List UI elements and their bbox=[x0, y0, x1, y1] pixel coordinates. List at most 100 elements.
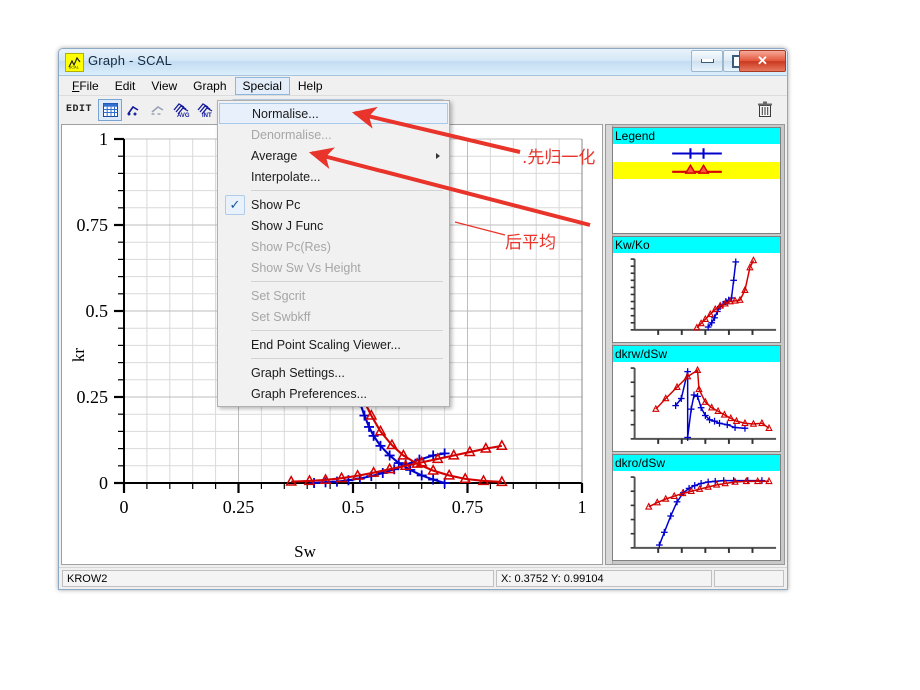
menu-item-label: Show Sw Vs Height bbox=[251, 260, 361, 275]
table-grid-icon[interactable] bbox=[98, 98, 123, 121]
menu-item-label: Show J Func bbox=[251, 218, 324, 233]
special-menu-dropdown: Normalise... Denormalise... Average Interpo… bbox=[217, 100, 450, 407]
menu-separator bbox=[251, 330, 443, 331]
close-icon: ✕ bbox=[757, 53, 768, 68]
average-curves-icon[interactable]: AVG bbox=[172, 100, 194, 120]
menu-item-end-point-scaling-viewer[interactable]: End Point Scaling Viewer... bbox=[218, 334, 449, 355]
toolbar-edit-label: EDIT bbox=[66, 104, 93, 115]
x-tick-label: 0 bbox=[120, 497, 129, 517]
x-tick-label: 0.25 bbox=[223, 497, 255, 517]
menu-item-graph-settings[interactable]: Graph Settings... bbox=[218, 362, 449, 383]
dkro-dsw-title: dkro/dSw bbox=[613, 455, 780, 471]
menu-item-graph-preferences[interactable]: Graph Preferences... bbox=[218, 383, 449, 404]
kw-ko-panel[interactable]: Kw/Ko bbox=[612, 236, 781, 343]
menu-special[interactable]: Special bbox=[234, 76, 290, 95]
y-tick-label: 0.75 bbox=[77, 215, 109, 235]
menu-edit-label: Edit bbox=[114, 78, 136, 93]
menu-separator bbox=[251, 190, 443, 191]
menu-item-label: Average bbox=[251, 148, 298, 163]
dkro-dsw-chart bbox=[630, 476, 777, 553]
window-titlebar[interactable]: SCAL Graph - SCAL ✕ bbox=[59, 49, 787, 76]
minimize-icon bbox=[700, 59, 714, 63]
menu-item-set-sgcrit: Set Sgcrit bbox=[218, 285, 449, 306]
menu-separator bbox=[251, 281, 443, 282]
legend-item-krow1[interactable]: KROW1 KROW bbox=[613, 145, 780, 162]
kw-ko-chart bbox=[630, 256, 777, 335]
annotation-normalise-note: .先归一化 bbox=[522, 148, 596, 168]
menu-item-label: Show Pc bbox=[251, 197, 301, 212]
legend-entries: KROW1 KROW KROW2 KROW bbox=[613, 144, 780, 233]
menu-item-label: Graph Preferences... bbox=[251, 386, 368, 401]
y-tick-label: 0.5 bbox=[86, 301, 109, 321]
y-tick-label: 1 bbox=[99, 129, 108, 149]
legend-item-krow2[interactable]: KROW2 KROW bbox=[613, 162, 780, 179]
x-tick-label: 1 bbox=[578, 497, 587, 517]
menu-graph[interactable]: Graph bbox=[185, 77, 234, 95]
kw-ko-title: Kw/Ko bbox=[613, 237, 780, 253]
menu-item-show-pc[interactable]: ✓ Show Pc bbox=[218, 194, 449, 215]
minimize-button[interactable] bbox=[691, 50, 723, 72]
menu-item-label: Show Pc(Res) bbox=[251, 239, 331, 254]
menu-view[interactable]: View bbox=[143, 77, 185, 95]
menu-edit[interactable]: Edit bbox=[107, 77, 144, 95]
trash-icon[interactable] bbox=[753, 99, 777, 120]
legend-key-krow1 bbox=[672, 148, 722, 159]
legend-title: Legend bbox=[613, 128, 780, 144]
close-button[interactable]: ✕ bbox=[739, 50, 786, 72]
menu-item-label: Interpolate... bbox=[251, 169, 321, 184]
remove-curve-icon[interactable] bbox=[148, 100, 170, 120]
y-axis-label: kr bbox=[69, 348, 88, 363]
menu-item-average[interactable]: Average bbox=[218, 145, 449, 166]
status-extra bbox=[714, 570, 784, 587]
menu-item-label: Set Sgcrit bbox=[251, 288, 306, 303]
menu-item-denormalise: Denormalise... bbox=[218, 124, 449, 145]
menu-item-normalise[interactable]: Normalise... bbox=[219, 103, 448, 124]
dkrw-dsw-plot bbox=[613, 362, 780, 451]
dkrw-dsw-panel[interactable]: dkrw/dSw bbox=[612, 345, 781, 452]
x-tick-label: 0.75 bbox=[452, 497, 484, 517]
mini-series-line bbox=[696, 260, 755, 329]
dkro-dsw-plot bbox=[613, 471, 780, 560]
status-curve-name: KROW2 bbox=[62, 570, 494, 587]
y-tick-label: 0.25 bbox=[77, 387, 109, 407]
status-coordinates: X: 0.3752 Y: 0.99104 bbox=[496, 570, 712, 587]
menu-item-show-sw-vs-height: Show Sw Vs Height bbox=[218, 257, 449, 278]
legend-panel[interactable]: Legend KROW1 KROW bbox=[612, 127, 781, 234]
menu-graph-label: Graph bbox=[193, 78, 227, 93]
menu-separator bbox=[251, 358, 443, 359]
menu-file[interactable]: FFile bbox=[64, 77, 107, 95]
menubar: FFile Edit View Graph Special Help bbox=[59, 76, 787, 96]
submenu-arrow-icon bbox=[436, 152, 440, 159]
dkrw-dsw-chart bbox=[630, 365, 777, 444]
annotation-average-note: 后平均 bbox=[505, 233, 556, 253]
add-curve-icon[interactable] bbox=[124, 100, 146, 120]
menu-help-label: Help bbox=[297, 78, 323, 93]
x-axis-label: Sw bbox=[294, 542, 316, 561]
window-title: Graph - SCAL bbox=[88, 53, 173, 68]
dkrw-dsw-title: dkrw/dSw bbox=[613, 346, 780, 362]
y-tick-label: 0 bbox=[99, 473, 108, 493]
svg-text:SCAL: SCAL bbox=[69, 64, 80, 69]
menu-item-label: Denormalise... bbox=[251, 127, 332, 142]
dkro-dsw-panel[interactable]: dkro/dSw bbox=[612, 454, 781, 561]
interpolate-curves-icon[interactable]: INT bbox=[196, 100, 218, 120]
menu-item-interpolate[interactable]: Interpolate... bbox=[218, 166, 449, 187]
mini-series-line bbox=[658, 479, 762, 546]
side-panels-column: Legend KROW1 KROW bbox=[605, 124, 785, 565]
graph-app-icon: SCAL bbox=[65, 53, 84, 72]
x-tick-label: 0.5 bbox=[342, 497, 365, 517]
checkmark-icon: ✓ bbox=[225, 195, 245, 215]
menu-item-label: Graph Settings... bbox=[251, 365, 345, 380]
menu-item-show-j-func[interactable]: Show J Func bbox=[218, 215, 449, 236]
menu-item-label: Normalise... bbox=[252, 106, 319, 121]
svg-text:INT: INT bbox=[202, 113, 212, 118]
menu-item-label: End Point Scaling Viewer... bbox=[251, 337, 401, 352]
menu-help[interactable]: Help bbox=[290, 77, 331, 95]
menu-item-set-swbkff: Set Swbkff bbox=[218, 306, 449, 327]
kw-ko-plot bbox=[613, 253, 780, 342]
menu-view-label: View bbox=[151, 78, 178, 93]
menu-item-label: Set Swbkff bbox=[251, 309, 311, 324]
menu-item-show-pc-res: Show Pc(Res) bbox=[218, 236, 449, 257]
statusbar: KROW2 X: 0.3752 Y: 0.99104 bbox=[59, 567, 787, 589]
menu-special-label: Special bbox=[242, 78, 282, 93]
